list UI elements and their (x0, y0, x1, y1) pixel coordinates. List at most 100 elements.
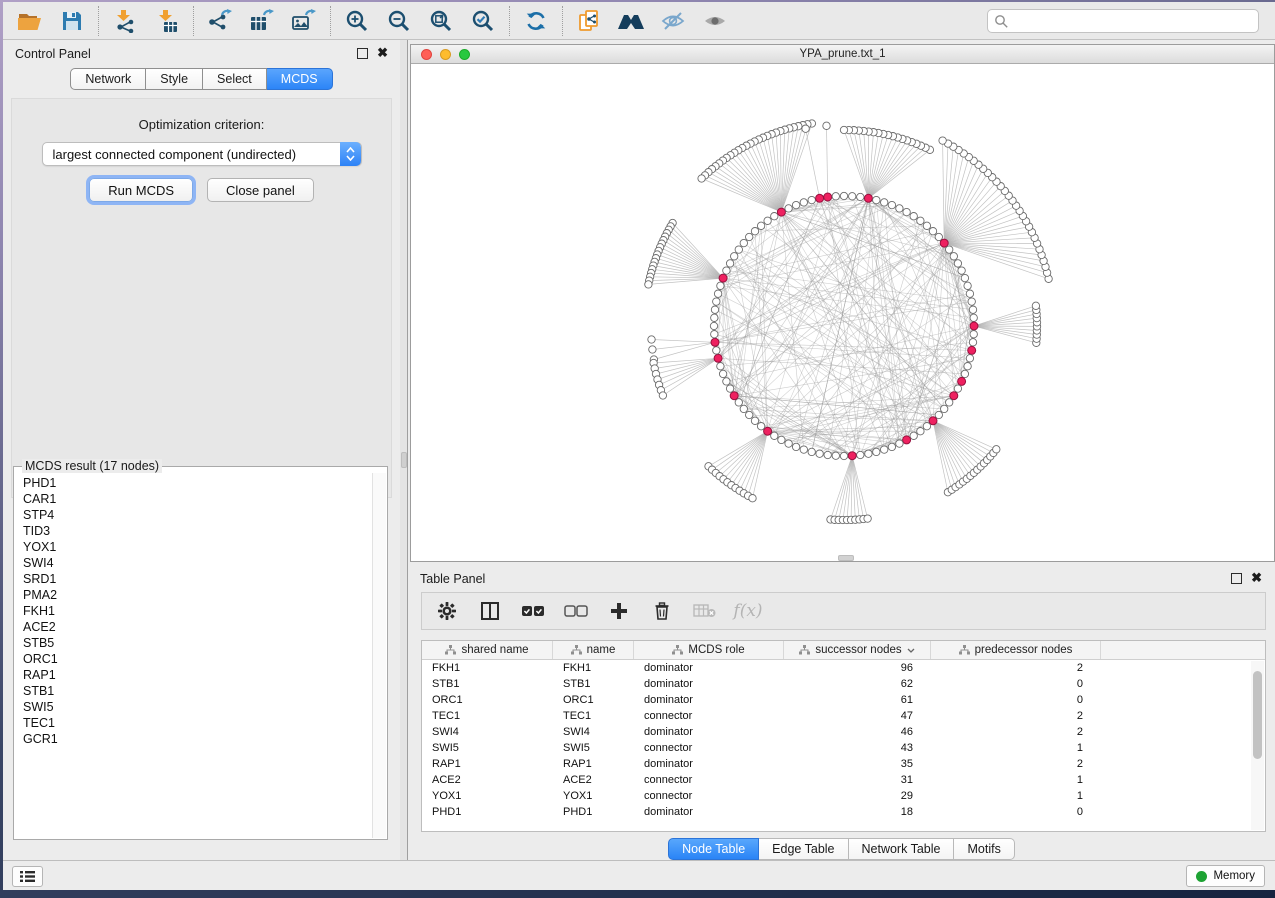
horizontal-splitter-grip[interactable] (838, 555, 854, 561)
table-row[interactable]: SWI5SWI5connector431 (422, 740, 1265, 756)
mcds-result-item[interactable]: PMA2 (23, 587, 372, 603)
network-canvas[interactable] (411, 64, 1274, 561)
mcds-result-item[interactable]: SRD1 (23, 571, 372, 587)
table-row[interactable]: PHD1PHD1dominator180 (422, 804, 1265, 820)
mcds-result-item[interactable]: PHD1 (23, 475, 372, 491)
mcds-result-list[interactable]: PHD1CAR1STP4TID3YOX1SWI4SRD1PMA2FKH1ACE2… (15, 473, 372, 838)
delete-row-icon[interactable] (649, 597, 675, 625)
table-row[interactable]: RAP1RAP1dominator352 (422, 756, 1265, 772)
open-file-icon[interactable] (9, 5, 51, 37)
select-all-icon[interactable] (520, 597, 546, 625)
import-network-icon[interactable] (104, 5, 146, 37)
mcds-result-item[interactable]: YOX1 (23, 539, 372, 555)
mcds-result-item[interactable]: ORC1 (23, 651, 372, 667)
export-network-icon[interactable] (199, 5, 241, 37)
status-bar: Memory (3, 860, 1275, 890)
vertical-splitter[interactable] (400, 40, 408, 860)
first-neighbors-icon[interactable] (610, 5, 652, 37)
mcds-result-item[interactable]: TID3 (23, 523, 372, 539)
cell-MCDS-role: dominator (634, 758, 784, 770)
float-window-icon[interactable] (1231, 573, 1242, 584)
float-window-icon[interactable] (357, 48, 368, 59)
tab-node-table[interactable]: Node Table (668, 838, 759, 860)
mcds-result-item[interactable]: CAR1 (23, 491, 372, 507)
table-row[interactable]: YOX1YOX1connector291 (422, 788, 1265, 804)
show-all-icon[interactable] (694, 5, 736, 37)
mcds-result-item[interactable]: SWI4 (23, 555, 372, 571)
function-builder-icon[interactable]: f(x) (735, 597, 761, 625)
zoom-selected-icon[interactable] (462, 5, 504, 37)
cell-successor-nodes: 62 (784, 678, 931, 690)
column-header-MCDS-role[interactable]: MCDS role (634, 641, 784, 659)
close-icon[interactable]: ✖ (377, 45, 388, 60)
close-panel-button[interactable]: Close panel (207, 178, 314, 202)
import-table-icon[interactable] (146, 5, 188, 37)
mcds-result-item[interactable]: FKH1 (23, 603, 372, 619)
close-icon[interactable]: ✖ (1251, 570, 1262, 585)
mcds-result-title: MCDS result (17 nodes) (22, 459, 162, 473)
mcds-result-item[interactable]: STP4 (23, 507, 372, 523)
cell-name: SWI4 (553, 726, 634, 738)
splitter-grip[interactable] (401, 452, 407, 468)
refresh-layout-icon[interactable] (515, 5, 557, 37)
unselect-all-icon[interactable] (563, 597, 589, 625)
hide-selected-icon[interactable] (652, 5, 694, 37)
table-scrollbar[interactable] (1251, 661, 1264, 830)
table-scrollbar-thumb[interactable] (1253, 671, 1262, 759)
export-table-icon[interactable] (241, 5, 283, 37)
tab-edge-table[interactable]: Edge Table (759, 838, 848, 860)
criterion-dropdown[interactable]: largest connected component (undirected) (42, 142, 362, 166)
mcds-result-item[interactable]: SWI5 (23, 699, 372, 715)
mcds-result-item[interactable]: GCR1 (23, 731, 372, 747)
toolbar-separator (193, 6, 194, 36)
mcds-result-item[interactable]: RAP1 (23, 667, 372, 683)
table-row[interactable]: FKH1FKH1dominator962 (422, 660, 1265, 676)
mcds-list-scrollbar[interactable] (372, 473, 386, 838)
search-input[interactable] (1009, 14, 1252, 28)
cell-shared-name: ACE2 (422, 774, 553, 786)
tab-network[interactable]: Network (70, 68, 146, 90)
table-settings-icon[interactable] (434, 597, 460, 625)
mcds-result-box: MCDS result (17 nodes) PHD1CAR1STP4TID3Y… (13, 466, 388, 840)
tab-select[interactable]: Select (203, 68, 267, 90)
cell-predecessor-nodes: 0 (931, 694, 1101, 706)
cell-MCDS-role: dominator (634, 678, 784, 690)
zoom-out-icon[interactable] (378, 5, 420, 37)
show-columns-icon[interactable] (477, 597, 503, 625)
tab-motifs[interactable]: Motifs (954, 838, 1014, 860)
add-row-icon[interactable] (606, 597, 632, 625)
save-session-icon[interactable] (51, 5, 93, 37)
table-row[interactable]: ORC1ORC1dominator610 (422, 692, 1265, 708)
mcds-result-item[interactable]: TEC1 (23, 715, 372, 731)
tab-mcds[interactable]: MCDS (267, 68, 333, 90)
mcds-result-item[interactable]: STB5 (23, 635, 372, 651)
table-row[interactable]: STB1STB1dominator620 (422, 676, 1265, 692)
cell-successor-nodes: 35 (784, 758, 931, 770)
table-row[interactable]: TEC1TEC1connector472 (422, 708, 1265, 724)
run-mcds-button[interactable]: Run MCDS (89, 178, 193, 202)
mcds-result-item[interactable]: ACE2 (23, 619, 372, 635)
network-view-window: YPA_prune.txt_1 (410, 44, 1275, 562)
tab-network-table[interactable]: Network Table (849, 838, 955, 860)
column-header-shared-name[interactable]: shared name (422, 641, 553, 659)
table-row[interactable]: SWI4SWI4dominator462 (422, 724, 1265, 740)
memory-button[interactable]: Memory (1186, 865, 1265, 887)
zoom-in-icon[interactable] (336, 5, 378, 37)
control-panel: Control Panel ✖ NetworkStyleSelectMCDS O… (3, 40, 400, 860)
network-window-titlebar[interactable]: YPA_prune.txt_1 (411, 45, 1274, 64)
column-header-predecessor-nodes[interactable]: predecessor nodes (931, 641, 1101, 659)
cell-successor-nodes: 47 (784, 710, 931, 722)
table-row[interactable]: ACE2ACE2connector311 (422, 772, 1265, 788)
zoom-fit-icon[interactable] (420, 5, 462, 37)
panel-frames-button[interactable] (12, 866, 43, 887)
mcds-result-item[interactable]: STB1 (23, 683, 372, 699)
network-search-field[interactable] (987, 9, 1259, 33)
column-header-name[interactable]: name (553, 641, 634, 659)
cell-name: ACE2 (553, 774, 634, 786)
delete-table-icon[interactable] (692, 597, 718, 625)
export-image-icon[interactable] (283, 5, 325, 37)
tab-style[interactable]: Style (146, 68, 203, 90)
cell-predecessor-nodes: 2 (931, 758, 1101, 770)
new-network-from-selection-icon[interactable] (568, 5, 610, 37)
column-header-successor-nodes[interactable]: successor nodes (784, 641, 931, 659)
